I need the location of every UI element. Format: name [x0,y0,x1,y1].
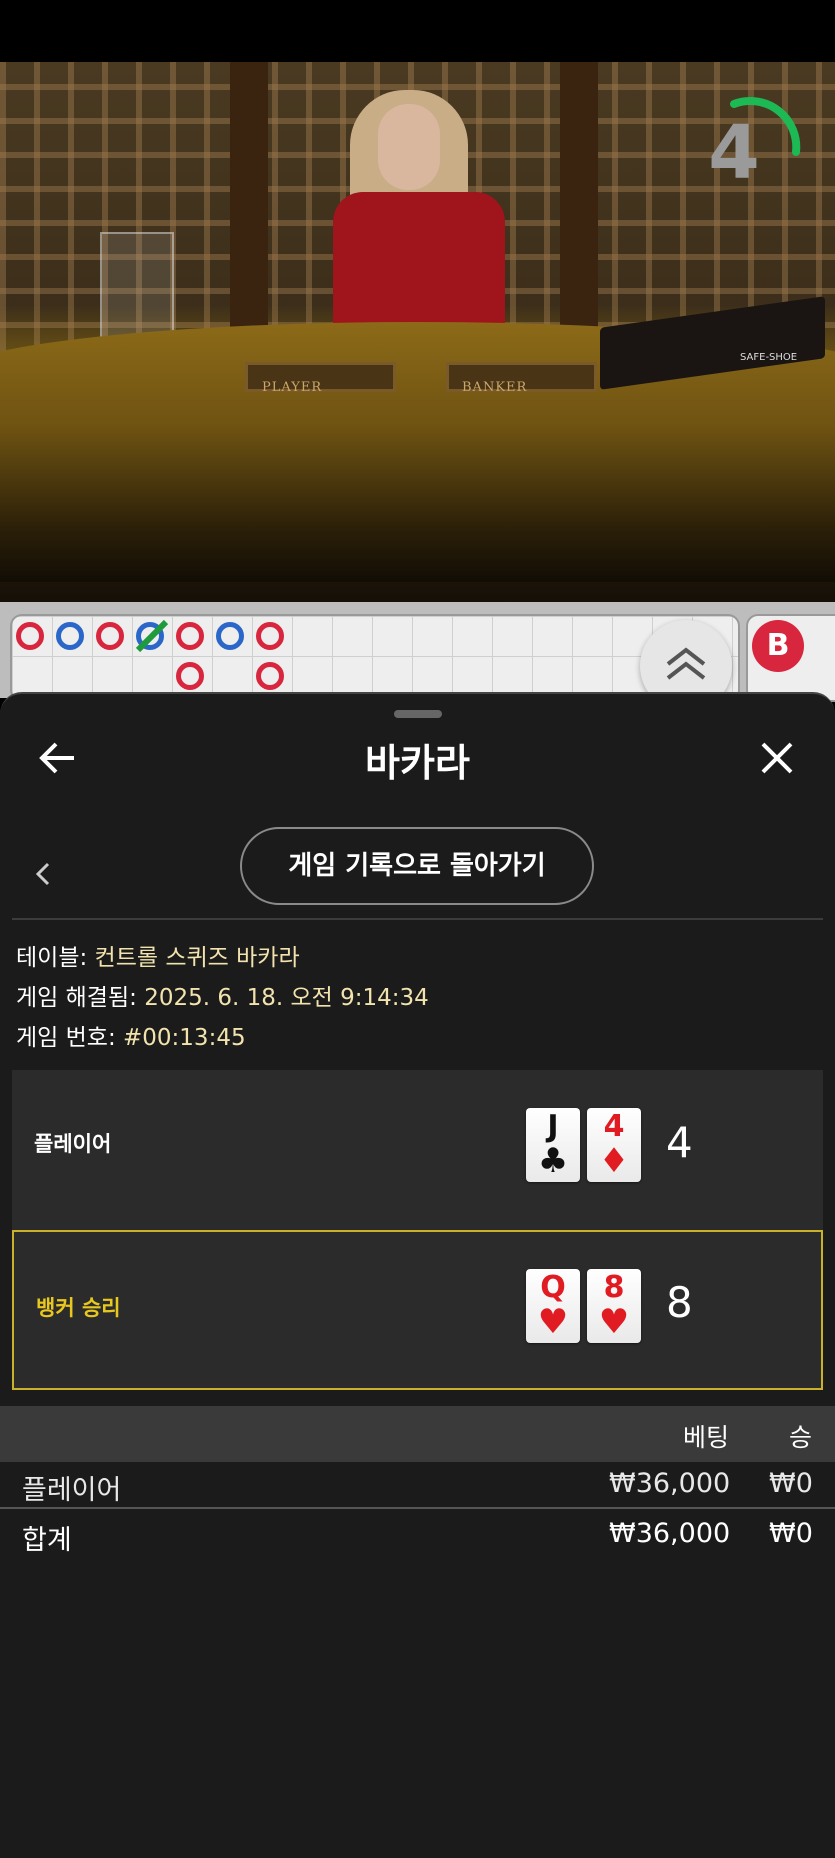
bet-row-amount: ₩36,000 [609,1468,731,1499]
countdown-number: 4 [708,110,760,196]
resolved-label: 게임 해결됨: [16,985,137,1011]
resolved-info: 게임 해결됨: 2025. 6. 18. 오전 9:14:34 [16,978,429,1012]
game-history-panel: 바카라 게임 기록으로 돌아가기 테이블: 컨트롤 스퀴즈 바카라 게임 해결됨… [0,692,835,1858]
player-hand-row: 플레이어 J ♣ 4 ♦ 4 [12,1070,823,1230]
live-video-stream: PLAYER BANKER SAFE-SHOE 4 [0,62,835,602]
tie-mark-icon [135,619,169,653]
card-rank: J [547,1109,559,1144]
table-label: 테이블: [16,945,88,971]
bet-column-header: 베팅 [683,1423,730,1452]
card-suit: ♥ [598,1302,630,1342]
total-bet-amount: ₩36,000 [609,1518,731,1549]
roadmap-banker-dot [256,622,284,650]
roadmap-player-dot [56,622,84,650]
shoe-logo: SAFE-SHOE [740,352,798,363]
close-button[interactable] [757,738,797,778]
table-value: 컨트롤 스퀴즈 바카라 [94,945,300,971]
background-pillar [230,62,268,362]
bet-row-win: ₩0 [769,1468,813,1499]
table-info: 테이블: 컨트롤 스퀴즈 바카라 [16,938,300,972]
bets-separator [0,1507,835,1509]
banker-bead-bubble: B [752,620,804,672]
roadmap-banker-dot [176,622,204,650]
resolved-value: 2025. 6. 18. 오전 9:14:34 [144,985,429,1011]
card-rank: 8 [603,1270,625,1305]
banker-hand-row: 뱅커 승리 Q ♥ 8 ♥ 8 [12,1230,823,1390]
bets-table-header: 베팅 승 [0,1406,835,1462]
game-number-value: #00:13:45 [123,1025,246,1051]
drag-handle[interactable] [394,710,442,718]
card-rank: 4 [603,1109,625,1144]
roadmap-banker-dot [256,662,284,690]
total-label: 합계 [22,1525,72,1556]
roadmap-banker-dot [96,622,124,650]
bets-total-row: 합계 ₩36,000 ₩0 [0,1512,835,1560]
banker-slot-label: BANKER [462,380,528,395]
roadmap-player-dot [216,622,244,650]
card-suit: ♥ [537,1302,569,1342]
bet-row-name: 플레이어 [22,1475,122,1506]
bet-row: 플레이어 ₩36,000 ₩0 [0,1462,835,1510]
total-win-amount: ₩0 [769,1518,813,1549]
big-road-grid [10,614,740,702]
roadmap-banker-dot [176,662,204,690]
banker-score: 8 [666,1278,693,1327]
background-pillar [560,62,598,362]
playing-card: J ♣ [526,1108,580,1182]
card-suit: ♦ [598,1141,630,1181]
card-suit: ♣ [537,1141,569,1181]
player-hand-label: 플레이어 [34,1132,112,1156]
player-slot-label: PLAYER [262,380,323,395]
close-icon [761,742,793,774]
game-number-info: 게임 번호: #00:13:45 [16,1018,246,1052]
chevron-left-icon [35,862,50,886]
divider [12,918,823,920]
win-column-header: 승 [789,1423,813,1452]
playing-card: Q ♥ [526,1269,580,1343]
panel-title: 바카라 [365,741,470,785]
player-score: 4 [666,1118,693,1167]
card-rank: Q [540,1270,566,1305]
status-bar [0,0,835,62]
dealer-face [378,104,440,190]
previous-button[interactable] [30,854,58,894]
game-number-label: 게임 번호: [16,1025,116,1051]
playing-card: 8 ♥ [587,1269,641,1343]
roadmap-banker-dot [16,622,44,650]
banker-win-label: 뱅커 승리 [36,1296,121,1320]
back-to-history-button[interactable]: 게임 기록으로 돌아가기 [240,827,594,905]
playing-card: 4 ♦ [587,1108,641,1182]
